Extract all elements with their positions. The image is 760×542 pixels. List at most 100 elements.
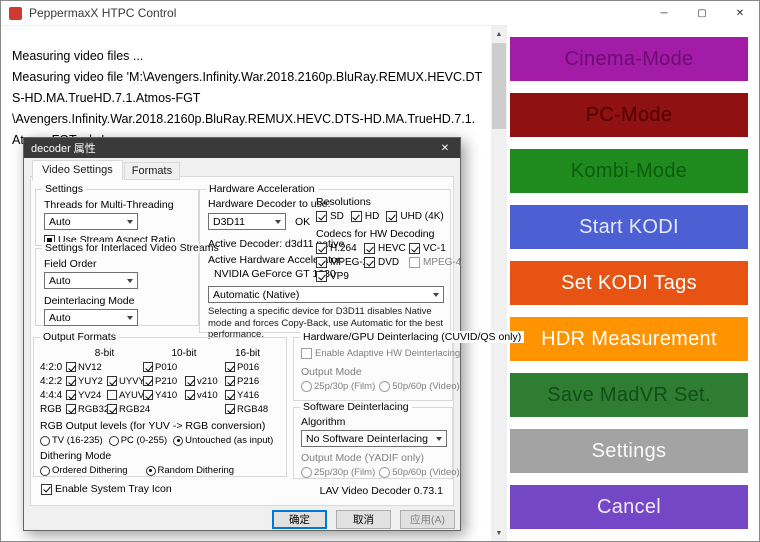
checkbox-p210[interactable]: P210 [143, 376, 185, 387]
checkbox-label: Enable Adaptive HW Deinterlacing [315, 348, 460, 359]
minimize-button[interactable]: ─ [645, 2, 683, 25]
radio-label: Random Dithering [158, 465, 235, 476]
tab-formats[interactable]: Formats [124, 162, 180, 180]
checkbox-hevc[interactable]: HEVC [364, 243, 409, 254]
rgb-output-levels-label: RGB Output levels (for YUV -> RGB conver… [40, 421, 286, 432]
apply-button: 应用(A) [400, 510, 455, 529]
dialog-cancel-button[interactable]: 取消 [336, 510, 391, 529]
cancel-button[interactable]: Cancel [510, 485, 748, 529]
dialog-content: Settings Threads for Multi-Threading Aut… [30, 176, 454, 506]
checkbox-vc1[interactable]: VC-1 [409, 243, 450, 254]
checkbox-label: Y410 [155, 390, 177, 401]
deinterlacing-mode-select[interactable]: Auto [44, 309, 138, 326]
checkbox-sd[interactable]: SD [316, 211, 344, 222]
radio-sw-video: 50p/60p (Video) [379, 467, 459, 478]
hw-decoder-select[interactable]: D3D11 [208, 213, 286, 230]
radio-untouched-levels[interactable]: Untouched (as input) [173, 435, 273, 446]
tab-video-settings[interactable]: Video Settings [32, 160, 123, 181]
sw-output-mode-options: 25p/30p (Film) 50p/60p (Video) [301, 467, 445, 478]
checkbox-h264[interactable]: H.264 [316, 243, 364, 254]
checkbox-v210[interactable]: v210 [185, 376, 225, 387]
checkbox-uyvy[interactable]: UYVY [107, 376, 143, 387]
hdr-measurement-button[interactable]: HDR Measurement [510, 317, 748, 361]
checkbox-icon [316, 257, 327, 268]
checkbox-icon [225, 376, 235, 386]
start-kodi-button[interactable]: Start KODI [510, 205, 748, 249]
checkbox-y410[interactable]: Y410 [143, 390, 185, 401]
codecs-grid: H.264 HEVC VC-1 MPEG-2 [316, 243, 450, 282]
radio-icon [301, 381, 312, 392]
enable-system-tray-checkbox[interactable]: Enable System Tray Icon [41, 483, 172, 495]
ok-button[interactable]: 确定 [272, 510, 327, 529]
radio-label: TV (16-235) [52, 435, 103, 446]
checkbox-v410[interactable]: v410 [185, 390, 225, 401]
checkbox-icon [143, 390, 153, 400]
checkbox-icon [316, 243, 327, 254]
output-formats-table: 8-bit 10-bit 16-bit 4:2:0 NV12 P010 P016… [40, 346, 286, 416]
settings-button[interactable]: Settings [510, 429, 748, 473]
checkbox-icon [364, 257, 375, 268]
checkbox-y416[interactable]: Y416 [225, 390, 270, 401]
checkbox-p216[interactable]: P216 [225, 376, 270, 387]
chevron-down-icon [275, 220, 281, 224]
checkbox-p016[interactable]: P016 [225, 362, 270, 373]
active-accelerator-label: Active Hardware Accelerator: [208, 254, 318, 266]
set-kodi-tags-button[interactable]: Set KODI Tags [510, 261, 748, 305]
app-window: PeppermaxX HTPC Control ─ ▢ ✕ Measuring … [0, 0, 760, 542]
checkbox-label: v210 [197, 376, 218, 387]
algorithm-select[interactable]: No Software Deinterlacing [301, 430, 447, 447]
checkbox-rgb24[interactable]: RGB24 [107, 404, 143, 415]
checkbox-yuy2[interactable]: YUY2 [66, 376, 107, 387]
radio-random-dithering[interactable]: Random Dithering [146, 465, 235, 476]
checkbox-rgb32[interactable]: RGB32 [66, 404, 107, 415]
checkbox-label: RGB32 [78, 404, 109, 415]
chevron-down-icon [436, 437, 442, 441]
checkbox-rgb48[interactable]: RGB48 [225, 404, 270, 415]
scrollbar-thumb[interactable] [492, 43, 506, 129]
radio-icon [40, 436, 50, 446]
checkbox-ayuv[interactable]: AYUV [107, 390, 143, 401]
checkbox-icon [225, 390, 235, 400]
checkbox-yv24[interactable]: YV24 [66, 390, 107, 401]
threads-select[interactable]: Auto [44, 213, 138, 230]
log-scrollbar[interactable]: ▲ ▼ [491, 26, 507, 542]
checkbox-label: RGB24 [119, 404, 150, 415]
checkbox-label: MPEG-2 [330, 257, 368, 268]
checkbox-dvd[interactable]: DVD [364, 257, 409, 268]
checkbox-nv12[interactable]: NV12 [66, 362, 107, 373]
checkbox-label: MPEG-4 [423, 257, 461, 268]
cinema-mode-button[interactable]: Cinema-Mode [510, 37, 748, 81]
checkbox-p010[interactable]: P010 [143, 362, 185, 373]
checkbox-mpeg2[interactable]: MPEG-2 [316, 257, 364, 268]
radio-tv-levels[interactable]: TV (16-235) [40, 435, 103, 446]
save-madvr-button[interactable]: Save MadVR Set. [510, 373, 748, 417]
checkbox-uhd-4k[interactable]: UHD (4K) [386, 211, 443, 222]
resolutions-label: Resolutions [316, 196, 450, 208]
scrollbar-down-icon[interactable]: ▼ [491, 526, 507, 541]
dialog-close-button[interactable]: ✕ [430, 138, 460, 158]
checkbox-vp9[interactable]: VP9 [316, 271, 364, 282]
radio-label: Untouched (as input) [185, 435, 273, 446]
hw-decoder-label: Hardware Decoder to use: [208, 198, 318, 210]
field-order-select[interactable]: Auto [44, 272, 138, 289]
group-title: Settings for Interlaced Video Streams [42, 242, 222, 254]
checkbox-label: HD [365, 211, 379, 222]
checkbox-adaptive-hw-deinterlacing: Enable Adaptive HW Deinterlacing [301, 348, 460, 359]
group-interlaced-settings: Settings for Interlaced Video Streams Fi… [35, 248, 199, 326]
checkbox-hd[interactable]: HD [351, 211, 379, 222]
checkbox-label: YV24 [78, 390, 101, 401]
radio-pc-levels[interactable]: PC (0-255) [109, 435, 167, 446]
checkbox-label: P216 [237, 376, 259, 387]
close-button[interactable]: ✕ [721, 2, 759, 25]
window-title: PeppermaxX HTPC Control [29, 6, 645, 20]
scrollbar-up-icon[interactable]: ▲ [491, 27, 507, 42]
maximize-button[interactable]: ▢ [683, 2, 721, 25]
chevron-down-icon [127, 279, 133, 283]
checkbox-icon [143, 376, 153, 386]
hw-device-select[interactable]: Automatic (Native) [208, 286, 444, 303]
checkbox-label: P010 [155, 362, 177, 373]
kombi-mode-button[interactable]: Kombi-Mode [510, 149, 748, 193]
radio-ordered-dithering[interactable]: Ordered Dithering [40, 465, 128, 476]
pc-mode-button[interactable]: PC-Mode [510, 93, 748, 137]
checkbox-icon [107, 376, 117, 386]
